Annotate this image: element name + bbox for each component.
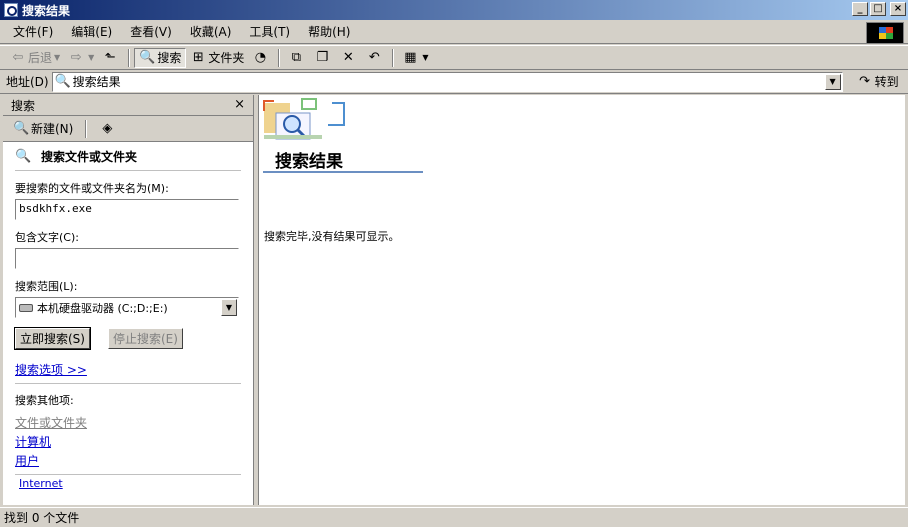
delete-button[interactable]: ✕ — [336, 48, 362, 68]
views-dropdown-icon: ▼ — [422, 53, 429, 62]
maximize-button[interactable]: □ — [870, 2, 886, 16]
address-input[interactable]: 🔍 搜索结果 ▼ — [51, 71, 843, 92]
window-buttons: _ □ × — [852, 2, 906, 16]
go-arrow-icon: ↷ — [859, 73, 871, 89]
other-files-link[interactable]: 文件或文件夹 — [15, 414, 241, 431]
address-label: 地址(D) — [6, 75, 49, 89]
forward-arrow-icon: ⇨ — [70, 49, 82, 65]
address-dropdown-icon[interactable]: ▼ — [824, 73, 841, 90]
move-to-icon: ⧉ — [291, 49, 301, 65]
stop-search-button[interactable]: 停止搜索(E) — [107, 328, 183, 349]
folders-icon: ⊞ — [192, 49, 204, 65]
views-icon: ▦ — [404, 49, 417, 65]
results-message: 搜索完毕,没有结果可显示。 — [264, 230, 400, 243]
results-title-rule — [263, 171, 423, 173]
address-value: 搜索结果 — [72, 75, 121, 89]
lookin-label: 搜索范围(L): — [15, 280, 78, 293]
search-pane-header: 搜索 × — [3, 95, 253, 116]
file-search-icon: 🔍 — [15, 148, 32, 164]
name-input[interactable]: bsdkhfx.exe — [15, 199, 239, 220]
menu-favorites[interactable]: 收藏(A) — [181, 23, 241, 40]
status-bar: 找到 0 个文件 — [0, 507, 908, 527]
up-folder-button[interactable]: ⬑ — [98, 48, 124, 68]
copy-to-button[interactable]: ❐ — [310, 48, 336, 68]
contains-label: 包含文字(C): — [15, 231, 79, 244]
lookin-dropdown-icon[interactable]: ▼ — [221, 299, 237, 316]
minimize-button[interactable]: _ — [852, 2, 868, 16]
undo-icon: ↶ — [368, 49, 380, 65]
toolbar-separator — [392, 48, 395, 67]
contains-input[interactable] — [15, 248, 239, 269]
up-folder-icon: ⬑ — [104, 49, 116, 65]
search-label: 搜索 — [157, 51, 182, 65]
folders-label: 文件夹 — [208, 51, 245, 65]
go-label: 转到 — [874, 75, 899, 89]
undo-button[interactable]: ↶ — [362, 48, 388, 68]
name-label: 要搜索的文件或文件夹名为(M): — [15, 182, 169, 195]
search-section-title: 🔍 搜索文件或文件夹 — [15, 148, 241, 165]
address-bar: 地址(D) 🔍 搜索结果 ▼ ↷ 转到 — [0, 70, 908, 94]
history-icon: ◔ — [254, 49, 267, 65]
results-pane: 搜索结果 搜索完毕,没有结果可显示。 — [258, 95, 905, 505]
divider — [15, 383, 241, 384]
internet-link[interactable]: Internet — [15, 477, 241, 490]
search-pane-title: 搜索 — [11, 98, 36, 113]
back-dropdown-icon: ▼ — [54, 53, 61, 62]
search-pane-close-icon[interactable]: × — [234, 97, 245, 112]
search-window-icon — [4, 3, 18, 17]
forward-button[interactable]: ⇨ ▼ — [64, 48, 98, 68]
menu-tools[interactable]: 工具(T) — [240, 23, 299, 40]
go-button[interactable]: ↷ 转到 — [857, 73, 899, 90]
back-label: 后退 — [28, 51, 53, 65]
close-button[interactable]: × — [890, 2, 906, 16]
search-results-banner-icon — [263, 98, 345, 140]
new-search-label: 新建(N) — [31, 122, 74, 136]
lookin-select[interactable]: 本机硬盘驱动器 (C:;D:;E:) ▼ — [15, 297, 239, 318]
menu-help[interactable]: 帮助(H) — [299, 23, 359, 40]
back-button[interactable]: ⇦ 后退 ▼ — [6, 48, 64, 68]
divider — [15, 170, 241, 171]
lookin-value: 本机硬盘驱动器 (C:;D:;E:) — [37, 301, 168, 315]
title-bar: 搜索结果 _ □ × — [0, 0, 908, 20]
search-buttons: 立即搜索(S) 停止搜索(E) — [14, 327, 241, 350]
copy-to-icon: ❐ — [316, 49, 329, 65]
views-button[interactable]: ▦ ▼ — [398, 48, 432, 68]
search-pane-toolbar: 🔍 新建(N) ◈ — [3, 116, 253, 142]
move-to-button[interactable]: ⧉ — [284, 48, 310, 68]
window-title: 搜索结果 — [22, 3, 71, 18]
search-icon: 🔍 — [139, 49, 156, 65]
other-computers-link[interactable]: 计算机 — [15, 433, 241, 450]
forward-dropdown-icon: ▼ — [88, 53, 95, 62]
search-engine-button[interactable]: ◈ — [95, 119, 121, 139]
eraser-icon: ◈ — [102, 120, 113, 136]
menu-bar: 文件(F) 编辑(E) 查看(V) 收藏(A) 工具(T) 帮助(H) — [0, 20, 908, 44]
menu-edit[interactable]: 编辑(E) — [62, 23, 121, 40]
status-text: 找到 0 个文件 — [4, 511, 80, 525]
results-title: 搜索结果 — [275, 152, 343, 172]
new-search-button[interactable]: 🔍 新建(N) — [9, 119, 77, 139]
toolbar-separator — [85, 119, 88, 138]
new-search-icon: 🔍 — [13, 120, 30, 136]
history-button[interactable]: ◔ — [248, 48, 274, 68]
toolbar-separator — [278, 48, 281, 67]
back-arrow-icon: ⇦ — [12, 49, 24, 65]
delete-icon: ✕ — [342, 49, 354, 65]
section-title-text: 搜索文件或文件夹 — [41, 150, 138, 164]
search-form: 🔍 搜索文件或文件夹 要搜索的文件或文件夹名为(M): bsdkhfx.exe … — [3, 148, 253, 490]
search-options-link[interactable]: 搜索选项 >> — [15, 361, 241, 378]
menu-view[interactable]: 查看(V) — [121, 23, 181, 40]
other-people-link[interactable]: 用户 — [15, 452, 241, 469]
search-pane: 搜索 × 🔍 新建(N) ◈ 🔍 搜索文件或文件夹 要搜索的文件或文件夹名为(M… — [3, 95, 254, 505]
search-button[interactable]: 🔍 搜索 — [134, 47, 187, 68]
search-results-icon: 🔍 — [54, 73, 71, 89]
other-items-label: 搜索其他项: — [15, 394, 74, 407]
hard-drive-icon — [19, 303, 33, 312]
search-now-button[interactable]: 立即搜索(S) — [14, 327, 91, 350]
windows-logo-icon — [866, 22, 904, 44]
toolbar: ⇦ 后退 ▼ ⇨ ▼ ⬑ 🔍 搜索 ⊞ 文件夹 ◔ ⧉ ❐ ✕ ↶ ▦ ▼ — [0, 45, 908, 70]
toolbar-separator — [128, 48, 131, 67]
folders-button[interactable]: ⊞ 文件夹 — [186, 48, 248, 68]
menu-file[interactable]: 文件(F) — [4, 23, 62, 40]
divider — [15, 474, 241, 475]
